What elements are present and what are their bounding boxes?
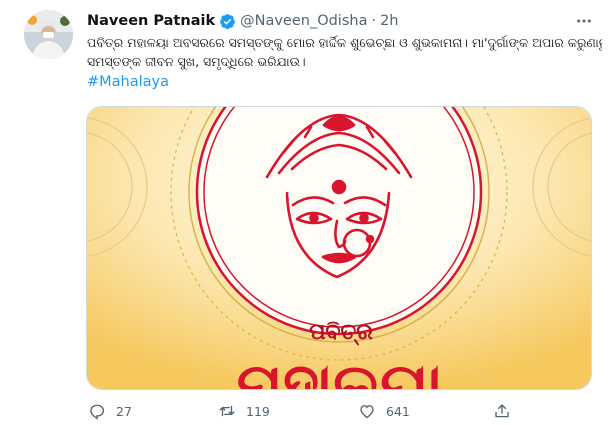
tweet-text-line: ପବିତ୍ର ମହାଳୟା ଅବସରରେ ସମସ୍ତଙ୍କୁ ମୋର ହାର୍ଦ… <box>87 35 602 50</box>
image-title-large: ମହାଳୟା <box>237 349 444 390</box>
reply-button[interactable]: 27 <box>88 398 132 424</box>
retweet-count: 119 <box>246 403 270 419</box>
verified-badge-icon <box>219 13 236 30</box>
tweet-image[interactable]: ପବିତ୍ର ମହାଳୟା <box>86 106 592 390</box>
reply-icon <box>90 404 105 420</box>
image-title-small: ପବିତ୍ର <box>309 320 373 346</box>
separator-dot: · <box>371 13 377 29</box>
hashtag-link[interactable]: #Mahalaya <box>87 74 169 90</box>
more-options-icon[interactable] <box>575 12 593 30</box>
like-button[interactable]: 641 <box>358 398 410 424</box>
tweet-text: ପବିତ୍ର ମହାଳୟା ଅବସରରେ ସମସ୍ତଙ୍କୁ ମୋର ହାର୍ଦ… <box>87 33 602 71</box>
tweet-text-line: ସମସ୍ତଙ୍କ ଜୀବନ ସୁଖ, ସମୃଦ୍ଧିରେ ଭରିଯାଉ। <box>87 54 306 69</box>
share-icon <box>495 404 509 418</box>
tweet-actions: 27 119 641 <box>0 398 614 424</box>
retweet-button[interactable]: 119 <box>218 398 270 424</box>
author-name[interactable]: Naveen Patnaik <box>87 13 215 29</box>
retweet-icon <box>219 405 235 417</box>
avatar[interactable] <box>24 10 73 59</box>
author-handle[interactable]: @Naveen_Odisha <box>240 13 367 29</box>
tweet-header: Naveen Patnaik @Naveen_Odisha · 2h <box>87 10 399 32</box>
tweet[interactable]: Naveen Patnaik @Naveen_Odisha · 2h ପବିତ୍… <box>0 0 614 425</box>
like-count: 641 <box>386 403 410 419</box>
timestamp[interactable]: 2h <box>380 13 398 29</box>
reply-count: 27 <box>116 403 132 419</box>
like-icon <box>360 405 374 419</box>
share-button[interactable] <box>493 398 521 424</box>
